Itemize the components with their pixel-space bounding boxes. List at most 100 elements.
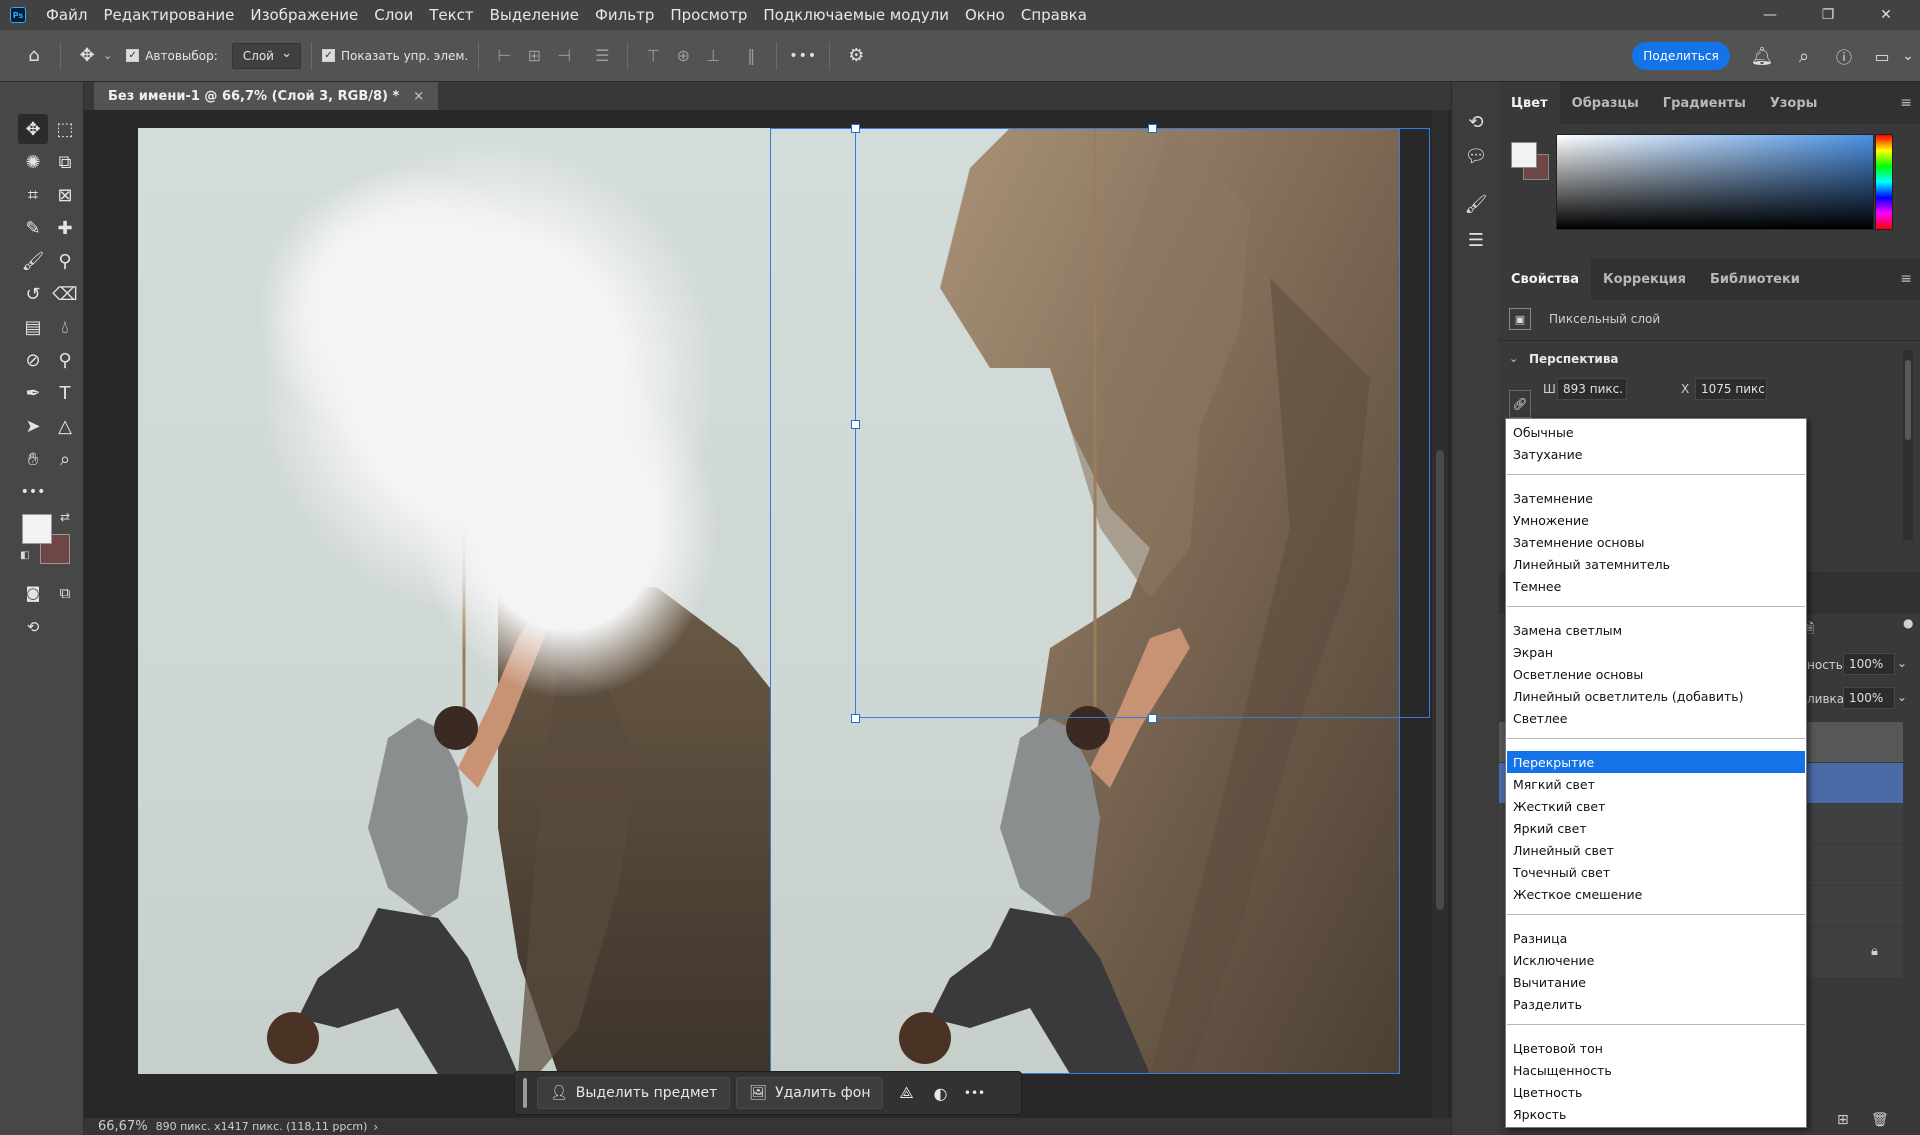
chevron-right-icon[interactable]: ›: [373, 1120, 378, 1134]
frame-tool-icon[interactable]: ⊠: [50, 180, 80, 210]
tab-swatches[interactable]: Образцы: [1560, 82, 1651, 124]
canvas-image-right[interactable]: [770, 128, 1400, 1074]
gradient-tool-icon[interactable]: ▤: [18, 312, 48, 342]
transform-handle[interactable]: [851, 124, 860, 133]
screen-mode-icon[interactable]: ⧉: [50, 578, 80, 608]
menu-help[interactable]: Справка: [1013, 6, 1095, 24]
remove-background-button[interactable]: 🖼︎ Удалить фон: [736, 1077, 884, 1109]
blend-mode-option-selected[interactable]: Перекрытие: [1507, 751, 1805, 773]
restore-button[interactable]: ❐: [1800, 0, 1856, 30]
properties-scrollbar[interactable]: [1903, 350, 1913, 540]
canvas-image-left[interactable]: [138, 128, 770, 1074]
blend-mode-option[interactable]: Темнее: [1507, 575, 1805, 597]
tab-properties[interactable]: Свойства: [1499, 258, 1592, 300]
brush-settings-icon[interactable]: 🖌︎: [1462, 190, 1490, 218]
blend-mode-option[interactable]: Затемнение основы: [1507, 531, 1805, 553]
transform-handle[interactable]: [1148, 714, 1157, 723]
menu-layers[interactable]: Слои: [366, 6, 421, 24]
panel-menu-icon[interactable]: ≡: [1900, 95, 1912, 111]
blend-mode-option[interactable]: Светлее: [1507, 707, 1805, 729]
help-icon[interactable]: ⓘ: [1828, 40, 1860, 72]
adjustment-icon[interactable]: ◐: [923, 1077, 957, 1109]
share-button[interactable]: Поделиться: [1632, 42, 1730, 70]
swap-colors-icon[interactable]: ⇄: [60, 510, 70, 524]
gear-icon[interactable]: ⚙: [840, 40, 872, 72]
transform-handle[interactable]: [851, 714, 860, 723]
blend-mode-option[interactable]: Умножение: [1507, 509, 1805, 531]
align-middle-v-icon[interactable]: ⊕: [668, 41, 698, 71]
opacity-input[interactable]: 100%: [1843, 653, 1895, 675]
new-layer-icon[interactable]: ⊞: [1837, 1112, 1849, 1128]
search-icon[interactable]: ⌕: [1788, 40, 1820, 72]
hand-tool-icon[interactable]: ✋︎: [18, 444, 48, 474]
blend-mode-option[interactable]: Разделить: [1507, 993, 1805, 1015]
drag-handle[interactable]: [523, 1078, 527, 1108]
eyedropper-icon[interactable]: ✎: [18, 213, 48, 243]
tab-libraries[interactable]: Библиотеки: [1698, 258, 1812, 300]
menu-file[interactable]: Файл: [38, 6, 95, 24]
distribute-v-icon[interactable]: ‖: [736, 41, 766, 71]
move-tool-icon[interactable]: ✥: [71, 40, 103, 72]
tab-color[interactable]: Цвет: [1499, 82, 1560, 124]
vertical-scrollbar[interactable]: [1432, 110, 1448, 1118]
hue-slider[interactable]: [1875, 134, 1893, 230]
blend-mode-option[interactable]: Линейный свет: [1507, 839, 1805, 861]
more-options-icon[interactable]: •••: [787, 40, 819, 72]
tab-patterns[interactable]: Узоры: [1758, 82, 1830, 124]
zoom-brush-icon[interactable]: ⚲: [50, 345, 80, 375]
move-tool-icon[interactable]: ✥: [18, 114, 48, 144]
clone-stamp-icon[interactable]: ⚲: [50, 246, 80, 276]
blur-tool-icon[interactable]: 💧︎: [50, 312, 80, 342]
bell-icon[interactable]: 🔔︎: [1746, 40, 1778, 72]
align-bottom-icon[interactable]: ⊥: [698, 41, 728, 71]
align-left-icon[interactable]: ⊢: [489, 41, 519, 71]
blend-mode-option[interactable]: Точечный свет: [1507, 861, 1805, 883]
comments-icon[interactable]: 💬︎: [1462, 142, 1490, 170]
autoselect-checkbox[interactable]: ✓: [126, 49, 140, 62]
blend-mode-option[interactable]: Жесткий свет: [1507, 795, 1805, 817]
blend-mode-option[interactable]: Осветление основы: [1507, 663, 1805, 685]
scrollbar-thumb[interactable]: [1436, 450, 1444, 910]
foreground-color-swatch[interactable]: [22, 514, 52, 544]
home-icon[interactable]: ⌂: [18, 40, 50, 72]
edit-toolbar-icon[interactable]: •••: [18, 477, 48, 507]
x-input[interactable]: 1075 пикс: [1695, 378, 1767, 400]
link-icon[interactable]: 🔗︎: [1509, 390, 1531, 418]
align-center-h-icon[interactable]: ⊞: [519, 41, 549, 71]
menu-filter[interactable]: Фильтр: [587, 6, 662, 24]
history-icon[interactable]: ⟲: [1462, 108, 1490, 136]
blend-mode-option[interactable]: Яркий свет: [1507, 817, 1805, 839]
transform-icon[interactable]: ⟁: [889, 1077, 923, 1109]
blend-mode-option[interactable]: Вычитание: [1507, 971, 1805, 993]
blend-mode-option[interactable]: Разница: [1507, 927, 1805, 949]
show-controls-checkbox[interactable]: ✓: [321, 49, 335, 62]
menu-view[interactable]: Просмотр: [662, 6, 755, 24]
blend-mode-option[interactable]: Исключение: [1507, 949, 1805, 971]
scrollbar-thumb[interactable]: [1905, 360, 1911, 440]
dodge-tool-icon[interactable]: ⊘: [18, 345, 48, 375]
generative-icon[interactable]: ⟲: [18, 612, 48, 642]
shape-tool-icon[interactable]: △: [50, 411, 80, 441]
chevron-down-icon[interactable]: ⌄: [103, 49, 112, 62]
transform-handle[interactable]: [851, 420, 860, 429]
color-picker-field[interactable]: [1556, 134, 1874, 230]
blend-mode-option[interactable]: Экран: [1507, 641, 1805, 663]
blend-mode-option[interactable]: Цветовой тон: [1507, 1037, 1805, 1059]
chevron-down-icon[interactable]: ⌄: [1897, 690, 1907, 704]
default-colors-icon[interactable]: ◧: [20, 550, 29, 561]
menu-edit[interactable]: Редактирование: [95, 6, 242, 24]
menu-image[interactable]: Изображение: [242, 6, 366, 24]
menu-plugins[interactable]: Подключаемые модули: [755, 6, 957, 24]
more-icon[interactable]: •••: [957, 1077, 991, 1109]
path-selection-icon[interactable]: ➤: [18, 411, 48, 441]
brush-tool-icon[interactable]: 🖌︎: [18, 246, 48, 276]
transform-handle[interactable]: [1148, 124, 1157, 133]
section-title[interactable]: Перспектива: [1529, 352, 1619, 366]
marquee-tool-icon[interactable]: ⬚: [50, 114, 80, 144]
healing-brush-icon[interactable]: ✚: [50, 213, 80, 243]
align-right-icon[interactable]: ⊣: [549, 41, 579, 71]
quick-selection-icon[interactable]: ✺: [18, 147, 48, 177]
blend-mode-option[interactable]: Линейный затемнитель: [1507, 553, 1805, 575]
zoom-level[interactable]: 66,67%: [98, 1119, 148, 1134]
distribute-h-icon[interactable]: ☰: [587, 41, 617, 71]
